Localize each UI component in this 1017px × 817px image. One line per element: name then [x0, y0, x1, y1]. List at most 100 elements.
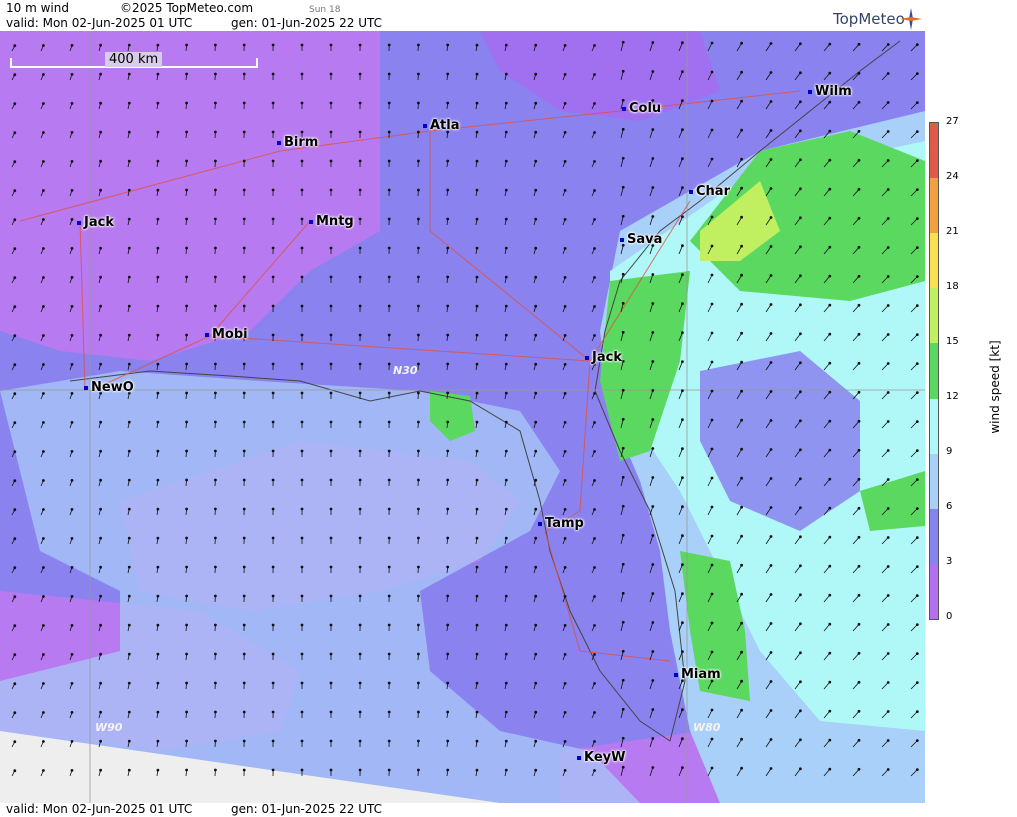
wind-arrow-head [681, 360, 684, 364]
wind-arrow-head [213, 43, 217, 47]
wind-arrow-head [593, 73, 596, 76]
wind-arrow-head [651, 215, 655, 218]
wind-arrow-head [242, 188, 246, 192]
wind-arrow-head [915, 420, 919, 424]
wind-map[interactable] [0, 31, 925, 803]
wind-arrow-head [651, 186, 655, 189]
wind-arrow-head [651, 592, 655, 595]
wind-arrow-head [769, 680, 773, 683]
wind-arrow-head [799, 129, 802, 133]
wind-arrow-head [651, 418, 655, 421]
wind-arrow-head [99, 449, 102, 453]
wind-arrow-head [681, 737, 684, 741]
wind-arrow-head [271, 623, 275, 627]
wind-arrow-head [13, 595, 17, 599]
wind-arrow-head [300, 130, 304, 134]
wind-arrow-head [475, 739, 479, 743]
wind-arrow-head [534, 391, 538, 395]
wind-arrow-head [886, 333, 890, 336]
wind-arrow-head [710, 534, 714, 538]
wind-arrow-head [857, 216, 861, 220]
wind-arrow-head [915, 188, 919, 192]
wind-arrow-head [185, 362, 189, 366]
wind-arrow-head [127, 217, 131, 221]
wind-arrow-head [271, 362, 275, 366]
wind-arrow-head [358, 101, 362, 105]
wind-arrow-head [70, 131, 74, 134]
wind-arrow-head [300, 565, 304, 569]
wind-arrow-head [593, 247, 596, 250]
wind-arrow-head [593, 305, 596, 308]
wind-arrow-head [213, 449, 217, 453]
wind-arrow-head [857, 709, 861, 713]
wind-arrow-head [156, 362, 160, 366]
wind-arrow-head [710, 476, 714, 480]
wind-arrow-head [358, 304, 362, 308]
wind-arrow-head [185, 710, 189, 714]
wind-arrow-head [534, 420, 538, 424]
wind-arrow-head [681, 186, 684, 190]
wind-arrow-head [915, 681, 919, 684]
wind-arrow-head [651, 447, 655, 450]
wind-arrow-head [70, 740, 74, 743]
wind-arrow-head [593, 740, 596, 743]
legend-tick: 6 [946, 501, 953, 512]
wind-arrow-head [156, 710, 160, 714]
wind-arrow-head [242, 43, 246, 47]
wind-arrow-head [271, 246, 275, 250]
wind-arrow-head [99, 536, 102, 540]
wind-arrow-head [740, 418, 743, 422]
wind-arrow-head [740, 476, 743, 480]
wind-arrow-head [475, 101, 479, 105]
wind-arrow-head [416, 72, 420, 76]
wind-arrow-head [446, 420, 450, 424]
wind-arrow-head [857, 361, 861, 365]
wind-arrow-head [156, 536, 160, 540]
wind-arrow-head [70, 449, 74, 453]
wind-arrow-head [300, 478, 304, 482]
wind-arrow-head [300, 420, 304, 424]
wind-arrow-head [213, 159, 217, 163]
wind-arrow-head [213, 681, 217, 685]
wind-arrow-head [621, 504, 625, 508]
wind-arrow-head [857, 303, 861, 307]
wind-arrow-head [563, 595, 567, 598]
wind-arrow-head [446, 681, 450, 685]
wind-arrow-head [70, 102, 74, 105]
wind-arrow-head [446, 246, 450, 250]
wind-arrow-head [799, 506, 802, 510]
wind-arrow-head [799, 71, 802, 75]
wind-arrow-head [710, 360, 714, 364]
wind-arrow-head [621, 707, 625, 711]
wind-arrow-head [387, 623, 391, 627]
wind-arrow-head [621, 475, 625, 479]
city-newo: NewO [84, 380, 134, 395]
wind-arrow-head [387, 188, 391, 192]
wind-arrow-head [127, 188, 131, 192]
wind-arrow-head [504, 159, 508, 163]
wind-arrow-head [621, 359, 625, 363]
wind-arrow-head [857, 564, 861, 568]
wind-arrow-head [621, 649, 625, 653]
wind-arrow-head [651, 708, 655, 711]
wind-arrow-head [242, 623, 246, 627]
wind-arrow-head [185, 623, 189, 627]
wind-arrow-head [99, 710, 102, 714]
wind-arrow-head [534, 594, 538, 598]
wind-arrow-head [593, 624, 596, 627]
wind-arrow-head [42, 73, 45, 76]
wind-arrow-head [475, 159, 479, 163]
wind-arrow-head [329, 72, 333, 76]
wind-arrow-head [446, 768, 450, 772]
copyright: ©2025 TopMeteo.com [120, 1, 254, 15]
wind-arrow-head [534, 246, 538, 250]
wind-arrow-head [185, 217, 189, 221]
wind-arrow-head [416, 275, 420, 279]
wind-arrow-head [621, 417, 625, 421]
legend-tick: 0 [946, 611, 953, 622]
wind-arrow-head [387, 43, 391, 47]
wind-arrow-head [42, 624, 45, 627]
wind-arrow-head [857, 71, 861, 75]
wind-arrow-head [300, 507, 304, 511]
wind-arrow-head [329, 594, 333, 598]
